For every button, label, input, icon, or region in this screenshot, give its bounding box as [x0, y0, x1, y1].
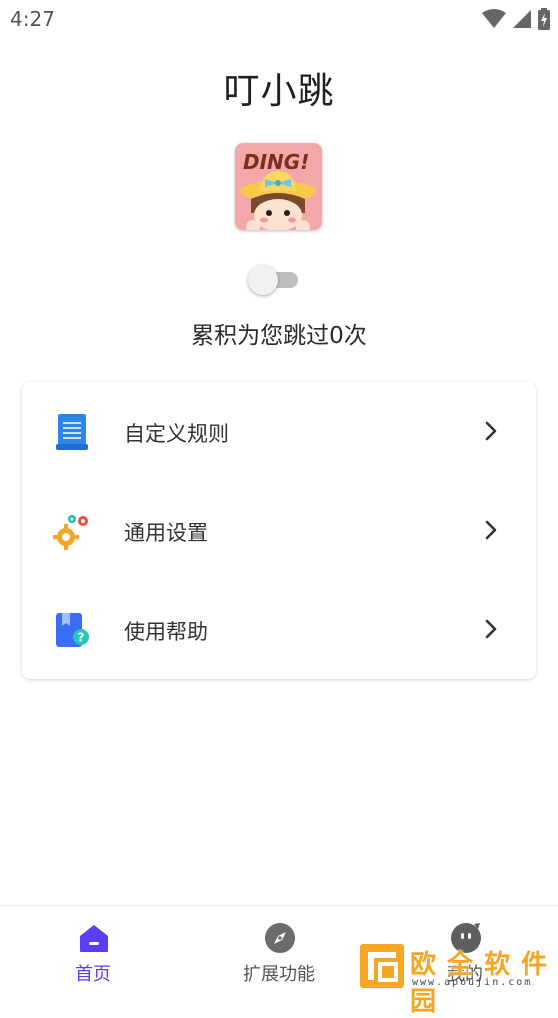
- gears-icon: [53, 515, 88, 550]
- skip-toggle-switch[interactable]: [248, 264, 300, 296]
- chevron-right-icon: [485, 421, 497, 441]
- nav-label-home: 首页: [75, 964, 111, 985]
- site-watermark: 欧 全 软 件 园 www.apoujin.com: [360, 944, 552, 1017]
- svg-text:?: ?: [78, 631, 85, 645]
- app-logo: DING!: [235, 143, 322, 230]
- menu-item-help[interactable]: ? 使用帮助: [22, 580, 536, 679]
- status-icons: [482, 8, 550, 30]
- compass-icon: [265, 923, 295, 953]
- nav-label-extensions: 扩展功能: [243, 964, 315, 985]
- status-time: 4:27: [10, 7, 55, 31]
- status-bar: 4:27: [0, 0, 558, 38]
- watermark-url: www.apoujin.com: [412, 977, 533, 988]
- menu-label-general-settings: 通用设置: [124, 521, 208, 545]
- toggle-thumb: [248, 265, 278, 295]
- menu-item-general-settings[interactable]: 通用设置: [22, 481, 536, 580]
- chevron-right-icon: [485, 520, 497, 540]
- battery-charging-icon: [538, 8, 550, 30]
- skip-count-text: 累积为您跳过0次: [191, 323, 367, 349]
- menu-label-help: 使用帮助: [124, 620, 208, 644]
- app-title: 叮小跳: [223, 71, 335, 112]
- document-list-icon: [56, 414, 88, 450]
- logo-text: DING!: [243, 150, 309, 174]
- watermark-logo-icon: [360, 944, 404, 988]
- signal-icon: [513, 10, 531, 28]
- girl-with-hat-logo: DING!: [235, 143, 322, 230]
- home-icon: [80, 925, 108, 952]
- menu-item-custom-rules[interactable]: 自定义规则: [22, 382, 536, 481]
- chevron-right-icon: [485, 619, 497, 639]
- help-book-icon: ?: [56, 613, 89, 647]
- menu-card: 自定义规则 通用设置 ? 使用帮助: [22, 382, 536, 679]
- menu-label-custom-rules: 自定义规则: [124, 422, 229, 446]
- nav-tab-extensions[interactable]: 扩展功能: [186, 906, 372, 994]
- nav-tab-home[interactable]: 首页: [0, 906, 186, 994]
- wifi-icon: [482, 9, 506, 28]
